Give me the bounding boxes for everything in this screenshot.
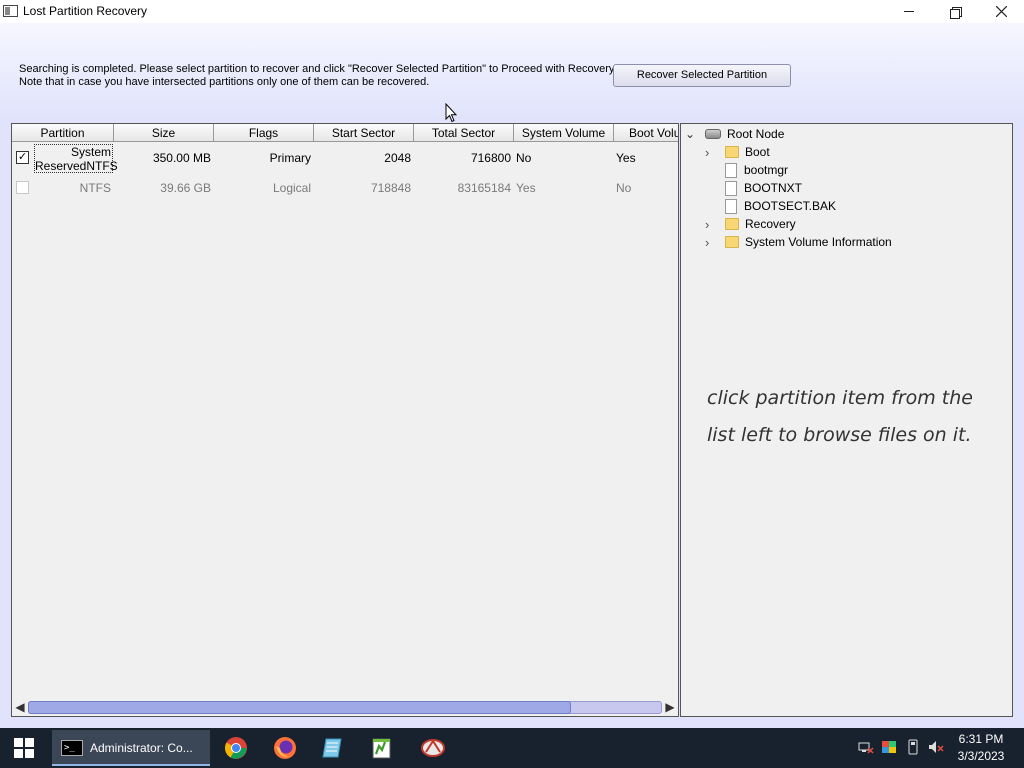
expand-down-icon[interactable]: ⌄ bbox=[685, 127, 701, 141]
volume-muted-icon[interactable] bbox=[928, 738, 944, 756]
scroll-left-arrow-icon[interactable]: ◀ bbox=[13, 700, 27, 714]
boot-volume-cell: No bbox=[616, 181, 632, 195]
folder-icon bbox=[725, 218, 739, 230]
taskbar: >_ Administrator: Co... 6:31 PM 3/3/2023 bbox=[0, 728, 1024, 768]
network-icon[interactable] bbox=[858, 738, 874, 756]
tree-root-label: Root Node bbox=[727, 127, 785, 141]
recovery-app-icon[interactable] bbox=[420, 736, 446, 760]
minimize-button[interactable] bbox=[886, 0, 932, 23]
folder-icon bbox=[725, 236, 739, 248]
tree-item-label: Recovery bbox=[745, 217, 796, 231]
partition-checkbox[interactable]: ✓ bbox=[16, 151, 29, 164]
system-volume-cell: No bbox=[516, 151, 532, 165]
table-row[interactable]: NTFS 39.66 GB Logical 718848 83165184 Ye… bbox=[12, 173, 678, 203]
chrome-icon[interactable] bbox=[224, 736, 248, 760]
file-tree[interactable]: ⌄ Root Node › Boot bootmgr BOOTNXT BOOTS… bbox=[680, 123, 1013, 717]
start-sector-cell: 718848 bbox=[370, 181, 411, 195]
minimize-icon bbox=[904, 11, 914, 12]
tree-item-label: BOOTSECT.BAK bbox=[744, 199, 837, 213]
system-clock[interactable]: 6:31 PM 3/3/2023 bbox=[948, 731, 1014, 765]
column-header-total-sector[interactable]: Total Sector bbox=[414, 124, 514, 141]
start-sector-cell: 2048 bbox=[384, 151, 411, 165]
partition-list[interactable]: Partition Size Flags Start Sector Total … bbox=[11, 123, 679, 717]
drive-icon bbox=[705, 129, 721, 139]
flags-cell: Primary bbox=[269, 151, 311, 165]
list-header: Partition Size Flags Start Sector Total … bbox=[12, 124, 678, 142]
partition-name-cell: NTFS bbox=[79, 181, 111, 195]
tree-item-boot[interactable]: › Boot bbox=[705, 143, 770, 161]
browse-hint-text: click partition item from the list left … bbox=[707, 387, 973, 446]
close-button[interactable] bbox=[978, 0, 1024, 23]
table-row[interactable]: ✓ System ReservedNTFS 350.00 MB Primary … bbox=[12, 143, 678, 173]
chevron-right-icon[interactable]: › bbox=[705, 235, 725, 250]
app-icon bbox=[3, 5, 18, 17]
column-header-start-sector[interactable]: Start Sector bbox=[314, 124, 414, 141]
notepad-icon[interactable] bbox=[321, 736, 345, 760]
notepad-plus-icon[interactable] bbox=[370, 736, 394, 760]
tree-item-label: System Volume Information bbox=[745, 235, 892, 249]
taskbar-item-label: Administrator: Co... bbox=[90, 741, 193, 755]
size-cell: 350.00 MB bbox=[152, 151, 211, 165]
column-header-partition[interactable]: Partition bbox=[12, 124, 114, 141]
total-sector-cell: 716800 bbox=[470, 151, 511, 165]
tree-item-system-volume-information[interactable]: › System Volume Information bbox=[705, 233, 892, 251]
clock-time: 6:31 PM bbox=[958, 732, 1004, 746]
tree-item-bootsect-bak[interactable]: BOOTSECT.BAK bbox=[725, 197, 836, 215]
recover-selected-partition-button[interactable]: Recover Selected Partition bbox=[613, 64, 791, 87]
column-header-boot-volume[interactable]: Boot Volu bbox=[614, 124, 678, 141]
system-volume-cell: Yes bbox=[516, 181, 536, 195]
close-icon bbox=[995, 6, 1007, 17]
command-prompt-icon: >_ bbox=[61, 740, 83, 756]
chevron-right-icon[interactable]: › bbox=[705, 217, 725, 232]
partition-name-line-2: ReservedNTFS bbox=[35, 159, 118, 173]
firefox-icon[interactable] bbox=[273, 736, 297, 760]
tree-item-recovery[interactable]: › Recovery bbox=[705, 215, 796, 233]
horizontal-scrollbar[interactable]: ◀ ▶ bbox=[12, 698, 678, 716]
tree-root-node[interactable]: ⌄ Root Node bbox=[685, 125, 784, 143]
column-header-system-volume[interactable]: System Volume bbox=[514, 124, 614, 141]
flags-cell: Logical bbox=[272, 181, 311, 195]
instructions-line-2: Note that in case you have intersected p… bbox=[19, 76, 430, 88]
scrollbar-thumb[interactable] bbox=[28, 701, 571, 714]
start-button[interactable] bbox=[0, 728, 48, 768]
restore-button[interactable] bbox=[932, 0, 978, 23]
tree-item-label: BOOTNXT bbox=[744, 181, 803, 195]
window-title: Lost Partition Recovery bbox=[23, 4, 148, 18]
scroll-right-arrow-icon[interactable]: ▶ bbox=[663, 700, 677, 714]
mouse-cursor-icon bbox=[445, 103, 457, 123]
folder-icon bbox=[725, 146, 739, 158]
checkmark-icon: ✓ bbox=[17, 151, 28, 163]
title-bar[interactable]: Lost Partition Recovery bbox=[0, 0, 1024, 23]
app-window: Lost Partition Recovery Searching is com… bbox=[0, 0, 1024, 728]
tree-item-label: Boot bbox=[745, 145, 770, 159]
column-header-flags[interactable]: Flags bbox=[214, 124, 314, 141]
size-cell: 39.66 GB bbox=[160, 181, 211, 195]
windows-logo-icon bbox=[14, 738, 34, 758]
usb-device-icon[interactable] bbox=[905, 738, 921, 756]
column-header-size[interactable]: Size bbox=[114, 124, 214, 141]
restore-icon bbox=[950, 6, 962, 19]
file-icon bbox=[725, 180, 737, 196]
instructions-line-1: Searching is completed. Please select pa… bbox=[19, 63, 617, 75]
boot-volume-cell: Yes bbox=[616, 151, 636, 165]
partition-checkbox[interactable] bbox=[16, 181, 29, 194]
instructions: Searching is completed. Please select pa… bbox=[19, 63, 617, 89]
tree-item-bootnxt[interactable]: BOOTNXT bbox=[725, 179, 802, 197]
taskbar-item-command-prompt[interactable]: >_ Administrator: Co... bbox=[52, 730, 210, 766]
tree-item-label: bootmgr bbox=[744, 163, 789, 177]
partition-name-cell: System ReservedNTFS bbox=[34, 144, 118, 173]
total-sector-cell: 83165184 bbox=[457, 181, 511, 195]
file-icon bbox=[725, 162, 737, 178]
file-icon bbox=[725, 198, 737, 214]
partition-name-line-1: System bbox=[70, 145, 111, 159]
tree-item-bootmgr[interactable]: bootmgr bbox=[725, 161, 788, 179]
clock-date: 3/3/2023 bbox=[957, 749, 1005, 763]
color-settings-icon[interactable] bbox=[881, 738, 897, 756]
chevron-right-icon[interactable]: › bbox=[705, 145, 725, 160]
